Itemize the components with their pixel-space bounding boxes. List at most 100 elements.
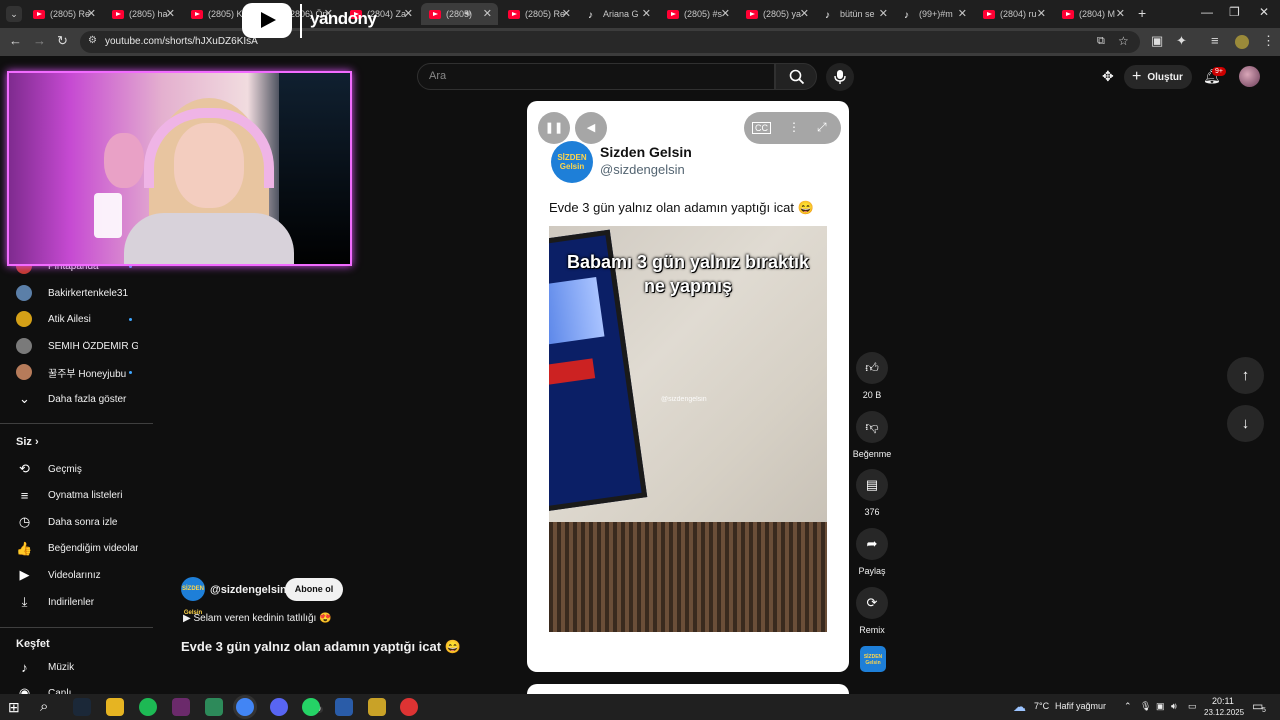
sidebar-item[interactable]: ⤓ İndirilenler (0, 589, 153, 615)
sidebar-item[interactable]: ⟲ Geçmiş (0, 456, 153, 482)
channel-handle[interactable]: @sizdengelsin (210, 584, 287, 596)
tab-search-icon[interactable]: ⌄ (6, 6, 22, 22)
weather-cloud-icon[interactable]: ☁ (1013, 699, 1026, 715)
sidebar-item[interactable]: ▶ Videolarınız (0, 562, 153, 588)
tab-close-icon[interactable]: ✕ (721, 7, 730, 20)
obs-icon[interactable] (400, 698, 418, 716)
install-app-icon[interactable]: ⧉ (1097, 35, 1105, 48)
tab-close-icon[interactable]: ✕ (404, 7, 413, 20)
browser-tab[interactable]: (2805) #s ✕ (659, 3, 736, 25)
site-info-icon[interactable]: ⚙ (88, 35, 97, 46)
tab-close-icon[interactable]: ✕ (800, 7, 809, 20)
app3-icon[interactable] (368, 698, 386, 716)
reload-icon[interactable]: ↻ (57, 33, 68, 49)
browser-tab[interactable]: (2805) ha ✕ (104, 3, 181, 25)
search-box[interactable] (417, 63, 775, 90)
address-bar[interactable]: ⚙ youtube.com/shorts/hJXuDZ6KIsA ⧉ ☆ (80, 31, 1140, 53)
tab-close-icon[interactable]: ✕ (562, 7, 571, 20)
sidebar-item[interactable]: ♪ Müzik (0, 654, 153, 680)
profile-avatar-icon[interactable] (1235, 35, 1249, 49)
tab-close-icon[interactable]: ✕ (1116, 7, 1125, 20)
shorts-player[interactable]: ❚❚ ◀ CC ⋮ ⤢ SİZDEN Gelsin Sizden Gelsin … (527, 101, 849, 672)
restore-icon[interactable]: ❐ (1229, 5, 1240, 19)
comments-button[interactable]: ▤ (856, 469, 888, 501)
tab-close-icon[interactable]: ✕ (483, 7, 492, 20)
show-more-button[interactable]: ⌄ Daha fazla göster (0, 386, 153, 412)
share-button[interactable]: ➦ (856, 528, 888, 560)
windows-start-icon[interactable]: ⊞ (8, 699, 20, 716)
browser-tab[interactable]: (2804) M ✕ (1054, 3, 1131, 25)
subscription-item[interactable]: 꿀주부 Honeyjubu (0, 359, 153, 385)
chrome-icon[interactable] (236, 698, 254, 716)
dislike-action[interactable]: 👎︎ Beğenme (849, 411, 895, 459)
browser-tab[interactable]: (2805) Re ✕ (500, 3, 577, 25)
sidebar-item[interactable]: 👍 Beğendiğim videolar (0, 536, 153, 562)
tab-close-icon[interactable]: ✕ (166, 7, 175, 20)
tab-audio-icon[interactable]: 🔊︎ (465, 8, 471, 19)
weather-desc[interactable]: Hafif yağmur (1055, 701, 1106, 711)
sound-link[interactable]: ▶ Selam veren kedinin tatlılığı 😍 (183, 613, 332, 624)
clock-time[interactable]: 20:11 (1212, 696, 1234, 706)
fullscreen-icon[interactable]: ⤢ (817, 120, 827, 135)
whatsapp-icon[interactable] (302, 698, 320, 716)
tray-mic-icon[interactable]: 🎙︎ (1140, 701, 1151, 712)
tab-close-icon[interactable]: ✕ (958, 7, 967, 20)
subscription-item[interactable]: Bakirkertenkele31 (0, 280, 153, 306)
like-action[interactable]: 👍︎ 20 B (849, 352, 895, 400)
sound-channel-thumbnail[interactable]: SİZDEN Gelsin (860, 646, 886, 672)
clock-date[interactable]: 23.12.2025 (1204, 708, 1244, 717)
weather-temp[interactable]: 7°C (1034, 701, 1049, 711)
media-controls-icon[interactable]: ≡ (1211, 33, 1219, 48)
browser-tab[interactable]: ♪ Ariana G ✕ (580, 3, 657, 25)
browser-tab[interactable]: (2805) 🔊︎ ✕ (421, 3, 498, 25)
minimize-icon[interactable]: — (1201, 5, 1213, 19)
extensions-icon[interactable]: ✦ (1176, 33, 1187, 49)
bookmark-star-icon[interactable]: ☆ (1118, 34, 1129, 48)
search-button[interactable] (775, 63, 817, 90)
subscribe-button[interactable]: Abone ol (285, 578, 343, 601)
like-button[interactable]: 👍︎ (856, 352, 888, 384)
app2-icon[interactable] (335, 698, 353, 716)
tab-close-icon[interactable]: ✕ (1037, 7, 1046, 20)
remix-action[interactable]: ⟳ Remix (849, 587, 895, 635)
app-icon[interactable] (205, 698, 223, 716)
sidebar-item[interactable]: ◷ Daha sonra izle (0, 509, 153, 535)
browser-tab[interactable]: (2805) ya ✕ (738, 3, 815, 25)
discord-icon[interactable] (270, 698, 288, 716)
create-button[interactable]: + Oluştur (1124, 65, 1192, 89)
twitch-studio-icon[interactable] (172, 698, 190, 716)
remix-button[interactable]: ⟳ (856, 587, 888, 619)
channel-avatar[interactable]: SİZDEN Gelsin (181, 577, 205, 616)
previous-short-button[interactable]: ↑ (1227, 357, 1264, 394)
new-tab-icon[interactable]: + (1138, 5, 1146, 21)
voice-search-button[interactable] (826, 63, 854, 91)
pause-button[interactable]: ❚❚ (538, 112, 570, 144)
file-explorer-icon[interactable] (106, 698, 124, 716)
next-short-button[interactable]: ↓ (1227, 405, 1264, 442)
account-avatar[interactable] (1239, 66, 1260, 87)
back-icon[interactable]: ← (9, 33, 22, 48)
tab-close-icon[interactable]: ✕ (642, 7, 651, 20)
share-action[interactable]: ➦ Paylaş (849, 528, 895, 576)
tab-close-icon[interactable]: ✕ (879, 7, 888, 20)
comments-action[interactable]: ▤ 376 (849, 469, 895, 517)
sidebar-item[interactable]: ≡ Oynatma listeleri (0, 483, 153, 509)
browser-tab[interactable]: (2805) Re ✕ (25, 3, 102, 25)
captions-icon[interactable]: CC (752, 122, 771, 134)
browser-tab[interactable]: (2804) ru ✕ (975, 3, 1052, 25)
forward-icon[interactable]: → (33, 33, 46, 48)
taskbar-search-icon[interactable]: ⌕ (40, 698, 48, 715)
spotify-icon[interactable] (139, 698, 157, 716)
browser-tab[interactable]: ♪ (99+)#m ✕ (896, 3, 973, 25)
sidebar-panel-icon[interactable]: ▣ (1151, 33, 1163, 49)
search-input[interactable] (429, 70, 729, 82)
tray-volume-icon[interactable]: 🔊︎ (1171, 701, 1177, 712)
more-options-icon[interactable]: ⋮ (788, 120, 800, 134)
subscription-item[interactable]: SEMİH ÖZDEMİR G... (0, 333, 153, 359)
tray-network-icon[interactable]: ▭ (1188, 701, 1197, 712)
browser-tab[interactable]: ♪ bütün se ✕ (817, 3, 894, 25)
steam-icon[interactable] (73, 698, 91, 716)
tray-overflow-icon[interactable]: ⌃ (1124, 701, 1132, 712)
volume-button[interactable]: ◀ (575, 112, 607, 144)
tray-app-icon[interactable]: ▣ (1156, 701, 1165, 712)
